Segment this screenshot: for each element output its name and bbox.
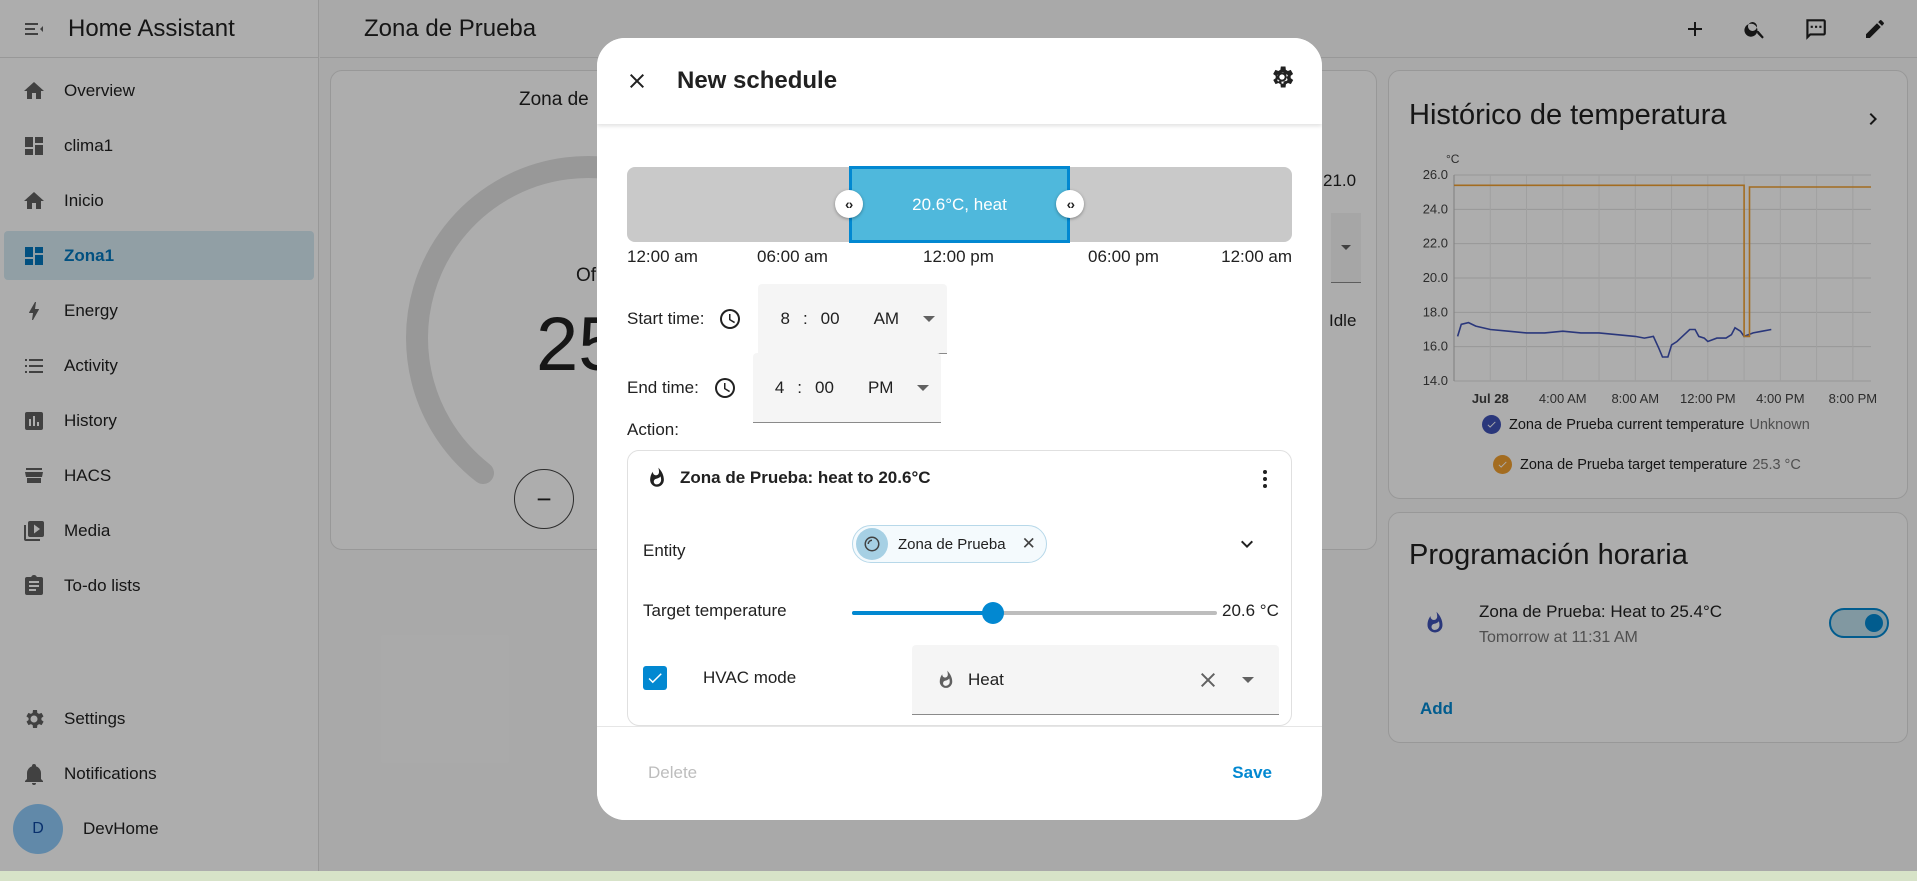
check-icon — [648, 673, 662, 684]
chevron-down-icon[interactable] — [1235, 532, 1259, 556]
dialog-body: 20.6°C, heat ‹› ‹› 12:00 am 06:00 am 12:… — [597, 124, 1322, 726]
action-header[interactable]: Zona de Prueba: heat to 20.6°C — [646, 467, 931, 489]
action-title: Zona de Prueba: heat to 20.6°C — [680, 468, 931, 487]
fire-icon — [936, 670, 956, 690]
timeline-label: 06:00 am — [757, 247, 828, 266]
hvac-mode-checkbox[interactable] — [643, 666, 667, 690]
timeline-labels: 12:00 am 06:00 am 12:00 pm 06:00 pm 12:0… — [627, 247, 1292, 271]
timeline-label: 12:00 am — [1221, 247, 1292, 266]
fire-icon — [646, 467, 668, 489]
clear-icon[interactable] — [1196, 668, 1220, 692]
new-schedule-dialog: New schedule 20.6°C, heat ‹› ‹› 12:00 am… — [597, 38, 1322, 820]
time-separator: : — [802, 308, 808, 328]
chevron-down-icon[interactable] — [923, 315, 936, 322]
entity-chip-label: Zona de Prueba — [898, 535, 1006, 553]
action-card: Zona de Prueba: heat to 20.6°C Entity Zo… — [627, 450, 1292, 726]
target-temperature-label: Target temperature — [643, 601, 787, 620]
hvac-mode-label: HVAC mode — [703, 668, 797, 687]
more-vert-icon[interactable] — [1253, 467, 1277, 491]
target-temperature-slider[interactable] — [852, 602, 1217, 624]
time-separator: : — [797, 377, 803, 397]
schedule-timeline[interactable]: 20.6°C, heat ‹› ‹› — [627, 166, 1292, 243]
end-hour-field[interactable]: 4 — [775, 378, 784, 398]
entity-chip[interactable]: Zona de Prueba ✕ — [852, 525, 1047, 563]
taskbar-strip — [0, 871, 1917, 881]
close-icon[interactable] — [597, 69, 677, 93]
timeline-right-handle[interactable]: ‹› — [1056, 190, 1085, 218]
end-time-row: End time: 4 : 00 PM — [627, 353, 942, 423]
hvac-mode-value: Heat — [968, 669, 1004, 689]
timeline-left-handle[interactable]: ‹› — [834, 190, 863, 218]
timeline-label: 12:00 am — [627, 247, 698, 266]
hvac-mode-select[interactable]: Heat — [912, 645, 1279, 715]
end-time-picker[interactable]: 4 : 00 PM — [752, 353, 942, 423]
gear-icon[interactable] — [1268, 63, 1296, 91]
action-label: Action: — [627, 420, 679, 439]
dialog-title: New schedule — [677, 67, 838, 94]
start-ampm-select[interactable]: AM — [874, 309, 900, 329]
end-time-label: End time: — [627, 378, 699, 397]
chevron-down-icon[interactable] — [1242, 677, 1254, 683]
chevron-down-icon[interactable] — [917, 384, 930, 391]
start-time-picker[interactable]: 8 : 00 AM — [758, 284, 948, 354]
chip-remove-icon[interactable]: ✕ — [1022, 534, 1036, 554]
start-time-label: Start time: — [627, 309, 705, 328]
thermostat-icon — [856, 528, 888, 560]
slider-fill — [852, 611, 993, 615]
dialog-footer: Delete Save — [597, 726, 1322, 820]
clock-icon — [718, 307, 742, 331]
dialog-header: New schedule — [597, 38, 1322, 124]
start-hour-field[interactable]: 8 — [780, 309, 789, 329]
slider-thumb[interactable] — [981, 602, 1004, 624]
clock-icon — [713, 376, 737, 400]
timeline-label: 06:00 pm — [1088, 247, 1159, 266]
entity-label: Entity — [643, 541, 686, 560]
start-minute-field[interactable]: 00 — [821, 309, 840, 329]
delete-button[interactable]: Delete — [648, 763, 697, 783]
end-minute-field[interactable]: 00 — [815, 378, 834, 398]
end-ampm-select[interactable]: PM — [868, 378, 894, 398]
start-time-row: Start time: 8 : 00 AM — [627, 284, 948, 354]
target-temperature-value: 20.6 °C — [1222, 601, 1279, 620]
timeline-segment[interactable]: 20.6°C, heat — [848, 166, 1071, 243]
save-button[interactable]: Save — [1232, 763, 1272, 783]
timeline-label: 12:00 pm — [923, 247, 994, 266]
